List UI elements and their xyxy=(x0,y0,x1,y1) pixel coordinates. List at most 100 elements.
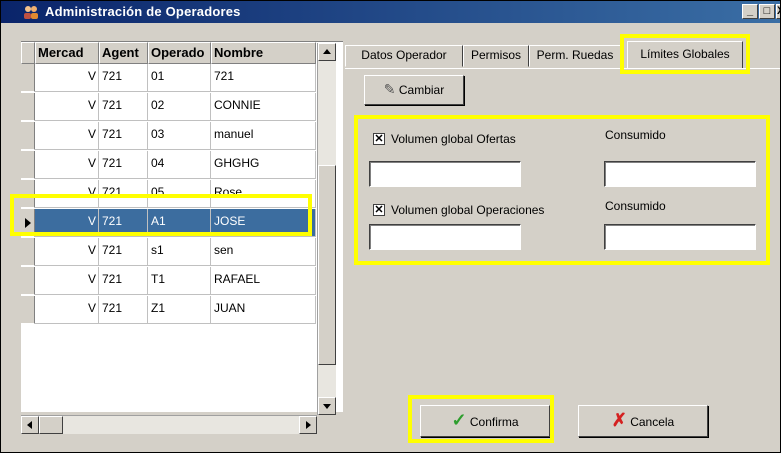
check-mark-icon: ✕ xyxy=(374,204,384,216)
table-row[interactable]: V 721 02 CONNIE xyxy=(21,93,316,121)
row-indicator[interactable] xyxy=(21,209,35,237)
cell-nombre[interactable]: Rose xyxy=(211,180,316,208)
cell-mercado[interactable]: V xyxy=(35,64,99,92)
cell-mercado[interactable]: V xyxy=(35,267,99,295)
cell-agente[interactable]: 721 xyxy=(99,238,148,266)
column-header-mercado[interactable]: Mercad xyxy=(35,42,99,64)
minimize-button[interactable]: _ xyxy=(742,4,758,19)
cell-nombre[interactable]: CONNIE xyxy=(211,93,316,121)
cell-operador[interactable]: 02 xyxy=(148,93,211,121)
vol-operaciones-label: Volumen global Operaciones xyxy=(391,203,545,217)
row-indicator[interactable] xyxy=(21,238,35,266)
row-indicator[interactable] xyxy=(21,296,35,324)
maximize-icon: □ xyxy=(763,5,771,17)
row-indicator[interactable] xyxy=(21,151,35,179)
cell-operador[interactable]: 01 xyxy=(148,64,211,92)
users-icon xyxy=(24,6,38,19)
scroll-right-button[interactable] xyxy=(299,416,317,434)
cell-agente[interactable]: 721 xyxy=(99,122,148,150)
cell-operador[interactable]: 04 xyxy=(148,151,211,179)
vol-operaciones-input[interactable] xyxy=(369,224,521,250)
cell-nombre[interactable]: 721 xyxy=(211,64,316,92)
pencil-icon: ✎ xyxy=(383,81,396,97)
tab-datos-operador[interactable]: Datos Operador xyxy=(345,45,463,67)
minimize-icon: _ xyxy=(746,5,754,17)
tab-limites-globales[interactable]: Límites Globales xyxy=(627,41,743,69)
tab-panel-border xyxy=(345,68,780,69)
cell-operador[interactable]: T1 xyxy=(148,267,211,295)
cell-agente[interactable]: 721 xyxy=(99,267,148,295)
consumido-operaciones-input[interactable] xyxy=(604,224,756,250)
grid-corner xyxy=(21,42,35,64)
horizontal-scrollbar[interactable] xyxy=(21,415,317,434)
row-indicator[interactable] xyxy=(21,180,35,208)
row-indicator[interactable] xyxy=(21,64,35,92)
hscroll-thumb[interactable] xyxy=(39,416,63,434)
column-header-agente[interactable]: Agent xyxy=(99,42,148,64)
cell-nombre[interactable]: sen xyxy=(211,238,316,266)
table-row[interactable]: V 721 01 721 xyxy=(21,64,316,92)
cell-nombre[interactable]: JUAN xyxy=(211,296,316,324)
cell-operador[interactable]: s1 xyxy=(148,238,211,266)
cell-agente[interactable]: 721 xyxy=(99,209,148,237)
consumido-label-2: Consumido xyxy=(605,199,666,213)
title-bar[interactable]: Administración de Operadores _ □ X xyxy=(1,1,780,23)
cell-agente[interactable]: 721 xyxy=(99,93,148,121)
cell-mercado[interactable]: V xyxy=(35,209,99,237)
scroll-down-button[interactable] xyxy=(318,397,336,415)
cell-nombre[interactable]: RAFAEL xyxy=(211,267,316,295)
cell-operador[interactable]: Z1 xyxy=(148,296,211,324)
maximize-button[interactable]: □ xyxy=(759,4,775,19)
cell-agente[interactable]: 721 xyxy=(99,296,148,324)
operators-window: Administración de Operadores _ □ X Merca… xyxy=(0,0,781,453)
table-row[interactable]: V 721 A1 JOSE xyxy=(21,209,316,237)
table-row[interactable]: V 721 03 manuel xyxy=(21,122,316,150)
cell-nombre[interactable]: GHGHG xyxy=(211,151,316,179)
consumido-ofertas-input[interactable] xyxy=(604,161,756,187)
row-indicator[interactable] xyxy=(21,267,35,295)
cell-operador[interactable]: 03 xyxy=(148,122,211,150)
cancela-button[interactable]: ✗ Cancela xyxy=(578,405,708,437)
vol-ofertas-checkbox[interactable]: ✕ xyxy=(373,133,385,145)
cell-agente[interactable]: 721 xyxy=(99,180,148,208)
consumido-label-1: Consumido xyxy=(605,128,666,142)
vol-operaciones-checkbox[interactable]: ✕ xyxy=(373,204,385,216)
scroll-up-button[interactable] xyxy=(318,43,336,61)
cell-mercado[interactable]: V xyxy=(35,180,99,208)
window-title: Administración de Operadores xyxy=(45,4,241,19)
cambiar-label: Cambiar xyxy=(398,83,445,97)
cell-agente[interactable]: 721 xyxy=(99,64,148,92)
vol-ofertas-input[interactable] xyxy=(369,161,521,187)
cell-agente[interactable]: 721 xyxy=(99,151,148,179)
table-row[interactable]: V 721 T1 RAFAEL xyxy=(21,267,316,295)
cell-mercado[interactable]: V xyxy=(35,93,99,121)
column-header-nombre[interactable]: Nombre xyxy=(211,42,316,64)
table-row[interactable]: V 721 Z1 JUAN xyxy=(21,296,316,324)
row-indicator[interactable] xyxy=(21,122,35,150)
confirma-label: Confirma xyxy=(469,415,519,429)
row-indicator[interactable] xyxy=(21,93,35,121)
column-header-operador[interactable]: Operado xyxy=(148,42,211,64)
cell-nombre[interactable]: manuel xyxy=(211,122,316,150)
table-row[interactable]: V 721 04 GHGHG xyxy=(21,151,316,179)
scroll-thumb[interactable] xyxy=(318,165,336,365)
cell-mercado[interactable]: V xyxy=(35,296,99,324)
tab-perm-ruedas[interactable]: Perm. Ruedas xyxy=(529,45,621,67)
scroll-left-button[interactable] xyxy=(21,416,39,434)
cell-operador[interactable]: A1 xyxy=(148,209,211,237)
cell-nombre[interactable]: JOSE xyxy=(211,209,316,237)
checkmark-icon: ✓ xyxy=(451,410,467,430)
table-row[interactable]: V 721 05 Rose xyxy=(21,180,316,208)
cambiar-button[interactable]: ✎ Cambiar xyxy=(364,75,464,105)
table-row[interactable]: V 721 s1 sen xyxy=(21,238,316,266)
vertical-scrollbar[interactable] xyxy=(317,43,336,415)
cell-operador[interactable]: 05 xyxy=(148,180,211,208)
current-row-arrow-icon xyxy=(25,218,31,228)
cell-mercado[interactable]: V xyxy=(35,238,99,266)
cell-mercado[interactable]: V xyxy=(35,122,99,150)
close-button[interactable]: X xyxy=(776,4,780,19)
cell-mercado[interactable]: V xyxy=(35,151,99,179)
operators-grid[interactable]: Mercad Agent Operado Nombre V 721 01 721 V 72… xyxy=(21,41,343,412)
tab-permisos[interactable]: Permisos xyxy=(463,45,529,67)
confirma-button[interactable]: ✓ Confirma xyxy=(420,405,550,437)
